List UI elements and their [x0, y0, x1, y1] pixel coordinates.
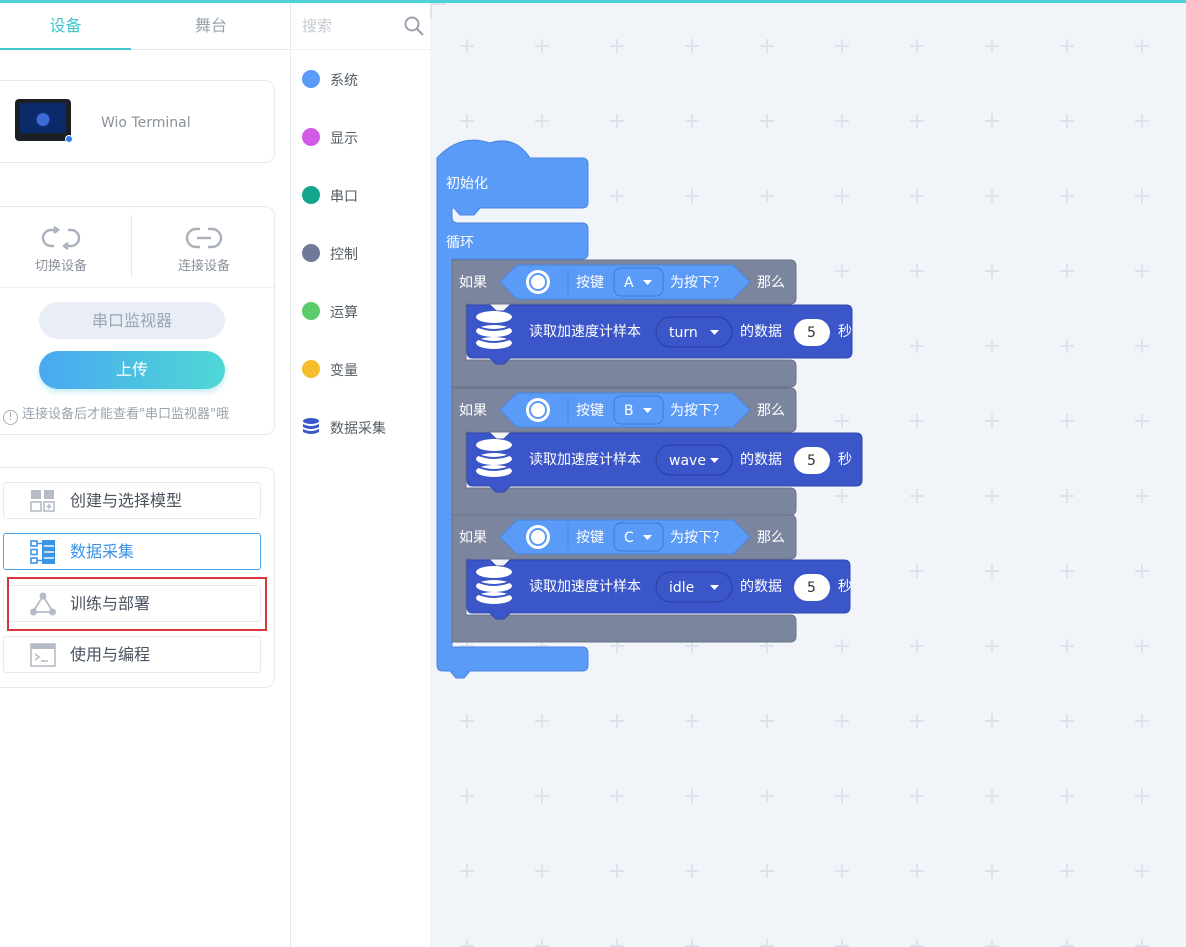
device-image: [15, 99, 73, 143]
seconds-label: 秒: [838, 452, 852, 468]
panel-tabs: 设备 舞台: [0, 3, 291, 50]
data-label: 的数据: [740, 579, 782, 595]
connect-device-button[interactable]: 连接设备: [139, 217, 269, 281]
data-list-icon: [30, 540, 55, 564]
if-block[interactable]: 如果 按键 B 为按下？ 那么读取加速度计样本 wave 的数据 5 秒: [451, 387, 863, 516]
database-icon: [475, 439, 513, 477]
seconds-label: 秒: [838, 324, 852, 340]
key-dropdown[interactable]: [613, 395, 664, 425]
menu-use-program[interactable]: 使用与编程: [3, 636, 261, 673]
key-label: 按键: [576, 530, 604, 546]
status-dot-icon: [65, 135, 73, 143]
key-label: 按键: [576, 403, 604, 419]
divider: [0, 287, 276, 288]
key-value: B: [624, 403, 634, 419]
database-layer: [476, 566, 512, 578]
read-label: 读取加速度计样本: [529, 323, 641, 340]
menu-label: 使用与编程: [70, 645, 151, 664]
database-icon: [303, 418, 319, 434]
hint-text: 连接设备后才能查看"串口监视器"哦: [22, 407, 229, 422]
pressed-label: 为按下？: [670, 530, 726, 546]
if-label: 如果: [459, 530, 487, 546]
if-label: 如果: [459, 275, 487, 291]
category-label: 串口: [330, 189, 358, 205]
switch-icon: [41, 226, 81, 250]
seconds-value: 5: [807, 580, 816, 596]
link-icon: [185, 227, 223, 249]
read-label: 读取加速度计样本: [529, 578, 641, 595]
switch-device-button[interactable]: 切换设备: [0, 217, 126, 281]
seconds-value: 5: [807, 325, 816, 341]
if-block[interactable]: 如果 按键 A 为按下？ 那么读取加速度计样本 turn 的数据 5 秒: [451, 259, 853, 388]
then-label: 那么: [757, 275, 785, 291]
then-label: 那么: [757, 403, 785, 419]
then-label: 那么: [757, 530, 785, 546]
device-name: Wio Terminal: [101, 115, 191, 131]
category-dot: [302, 186, 320, 204]
info-icon: !: [3, 410, 18, 425]
sample-value: idle: [669, 580, 694, 596]
category-dot: [302, 244, 320, 262]
database-icon: [475, 311, 513, 349]
connection-hint: ! 连接设备后才能查看"串口监视器"哦: [3, 403, 229, 425]
data-label: 的数据: [740, 324, 782, 340]
init-label: 初始化: [446, 175, 488, 192]
category-label: 变量: [330, 363, 358, 379]
terminal-icon: [30, 643, 56, 667]
menu-create-model[interactable]: 创建与选择模型: [3, 482, 261, 519]
search-bar[interactable]: 搜索: [292, 3, 430, 50]
category-label: 系统: [330, 73, 358, 89]
search-input[interactable]: 搜索: [302, 15, 332, 36]
category-label: 数据采集: [330, 421, 386, 437]
serial-monitor-button[interactable]: 串口监视器: [39, 302, 225, 339]
category-dot: [302, 302, 320, 320]
key-dropdown[interactable]: [613, 267, 664, 297]
sample-value: wave: [669, 453, 706, 469]
category-dot: [302, 128, 320, 146]
data-label: 的数据: [740, 452, 782, 468]
pressed-label: 为按下？: [670, 403, 726, 419]
seconds-value: 5: [807, 453, 816, 469]
code-workspace[interactable]: 初始化 循环 如果 按键 A 为按下？ 那么 读取加速度计样本 turn 的数据 5 秒如果 按键 B…: [430, 3, 1186, 947]
search-icon[interactable]: [404, 16, 424, 36]
database-layer: [476, 311, 512, 323]
tab-device[interactable]: 设备: [0, 3, 131, 50]
menu-label: 数据采集: [70, 542, 135, 561]
tab-stage[interactable]: 舞台: [131, 3, 291, 50]
left-panel: 设备 舞台 Wio Terminal 切换设备 连接设备 串口监视器 上传 ! …: [0, 3, 291, 947]
key-label: 按键: [576, 275, 604, 291]
switch-device-label: 切换设备: [34, 259, 87, 274]
menu-label: 创建与选择模型: [70, 491, 183, 510]
if-label: 如果: [459, 403, 487, 419]
key-dropdown[interactable]: [613, 522, 664, 552]
block-categories: 搜索 系统 显示 串口 控制 运算 变量 数据采集: [292, 3, 430, 947]
category-dot: [302, 70, 320, 88]
category-label: 控制: [330, 247, 358, 263]
connect-device-label: 连接设备: [177, 259, 230, 274]
key-value: C: [624, 530, 634, 546]
database-icon: [475, 566, 513, 604]
pressed-label: 为按下？: [670, 275, 726, 291]
read-label: 读取加速度计样本: [529, 451, 641, 468]
loop-label: 循环: [446, 235, 474, 251]
key-value: A: [624, 275, 634, 291]
category-label: 运算: [330, 305, 358, 321]
connection-card: 切换设备 连接设备 串口监视器 上传 ! 连接设备后才能查看"串口监视器"哦: [0, 206, 276, 435]
sample-value: turn: [669, 325, 698, 341]
menu-data-collection[interactable]: 数据采集: [3, 533, 261, 570]
database-layer: [476, 439, 512, 451]
block-program: 初始化 循环 如果 按键 A 为按下？ 那么读取加速度计样本 turn 的数据 5 秒如果 按键 B…: [436, 139, 863, 679]
category-label: 显示: [330, 131, 358, 147]
highlight-box: [7, 577, 267, 631]
seconds-label: 秒: [838, 579, 852, 595]
category-dot: [302, 360, 320, 378]
if-block[interactable]: 如果 按键 C 为按下？ 那么读取加速度计样本 idle 的数据 5 秒: [451, 514, 852, 643]
divider: [131, 215, 132, 277]
grid-add-icon: [30, 490, 55, 512]
device-card[interactable]: Wio Terminal: [0, 80, 275, 163]
upload-button[interactable]: 上传: [39, 351, 225, 389]
